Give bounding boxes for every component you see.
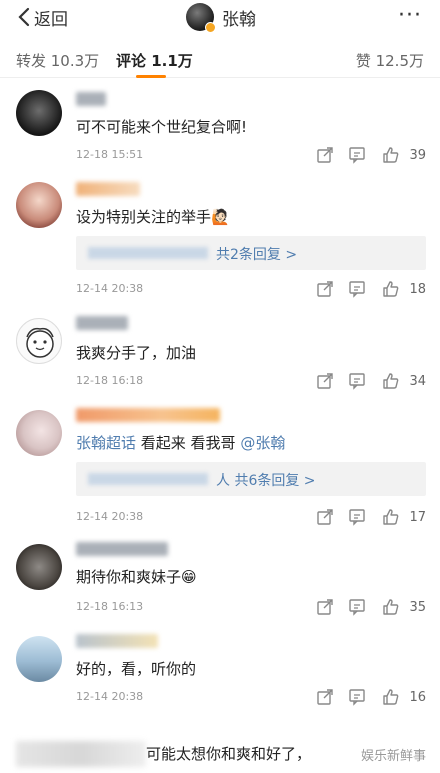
more-icon[interactable]: ··· (398, 5, 422, 27)
share-icon[interactable] (316, 688, 334, 706)
watermark: 娱乐新鲜事 (360, 749, 426, 764)
active-tab-indicator (136, 75, 166, 78)
comment-text: 可能太想你和爽和好了， (146, 745, 312, 763)
share-icon[interactable] (316, 146, 334, 164)
share-icon[interactable] (316, 598, 334, 616)
avatar[interactable] (16, 544, 62, 590)
reply-user-blurred (88, 473, 208, 485)
avatar[interactable] (16, 636, 62, 682)
blurred-content (16, 741, 146, 767)
mention-link[interactable]: @张翰 (240, 434, 285, 452)
like-count: 16 (409, 690, 426, 705)
avatar[interactable] (16, 318, 62, 364)
comment-text: 期待你和爽妹子😁 (76, 568, 197, 586)
username-blurred[interactable] (76, 408, 220, 422)
comment-text: 张翰超话 看起来 看我哥 @张翰 (76, 432, 285, 453)
share-icon[interactable] (316, 280, 334, 298)
cartoon-avatar-icon (26, 327, 54, 358)
share-icon[interactable] (316, 372, 334, 390)
share-icon[interactable] (316, 508, 334, 526)
comment-text: 可不可能来个世纪复合啊! (76, 118, 248, 136)
top-bar: 返回 张翰 ··· (0, 0, 440, 34)
like-count: 34 (409, 374, 426, 389)
like-icon[interactable] (382, 508, 400, 526)
comment-time: 12-14 20:38 (76, 690, 144, 703)
like-icon[interactable] (382, 372, 400, 390)
page-title: 张翰 (186, 2, 256, 33)
chevron-left-icon (18, 7, 30, 27)
like-icon[interactable] (382, 146, 400, 164)
like-icon[interactable] (382, 280, 400, 298)
avatar[interactable] (186, 3, 216, 33)
tab-reposts[interactable]: 转发 10.3万 (16, 50, 99, 71)
tab-comments[interactable]: 评论 1.1万 (116, 50, 193, 71)
like-count: 35 (409, 600, 426, 615)
comment-icon[interactable] (348, 508, 366, 526)
avatar[interactable] (16, 410, 62, 456)
like-count: 39 (409, 148, 426, 163)
comment-meta: 12-18 16:18 34 (76, 372, 426, 392)
title-text: 张翰 (222, 9, 256, 30)
reply-preview[interactable]: 共2条回复 > (76, 236, 426, 270)
like-icon[interactable] (382, 598, 400, 616)
comment-icon[interactable] (348, 372, 366, 390)
partial-comment: 可能太想你和爽和好了， 娱乐新鲜事 (0, 733, 440, 773)
username-blurred[interactable] (76, 542, 168, 556)
comment-text: 设为特别关注的举手🙋🏻 (76, 208, 230, 226)
comment-time: 12-18 16:18 (76, 374, 144, 387)
reply-count-link[interactable]: 人 共6条回复 > (216, 470, 316, 490)
comment-icon[interactable] (348, 598, 366, 616)
reply-user-blurred (88, 247, 208, 259)
comment-time: 12-14 20:38 (76, 510, 144, 523)
back-button[interactable]: 返回 (18, 4, 68, 30)
back-label: 返回 (34, 9, 68, 30)
avatar[interactable] (16, 90, 62, 136)
username-blurred[interactable] (76, 316, 128, 330)
comment-time: 12-14 20:38 (76, 282, 144, 295)
like-count: 18 (409, 282, 426, 297)
topic-link[interactable]: 张翰超话 (76, 434, 136, 452)
comment-meta: 12-14 20:38 16 (76, 688, 426, 708)
comment-icon[interactable] (348, 688, 366, 706)
tab-likes[interactable]: 赞 12.5万 (356, 50, 424, 71)
comment-icon[interactable] (348, 146, 366, 164)
comment-text: 好的，看，听你的 (76, 660, 197, 678)
username-blurred[interactable] (76, 92, 106, 106)
reply-count-link[interactable]: 共2条回复 > (216, 244, 297, 264)
tab-bar: 转发 10.3万 评论 1.1万 赞 12.5万 (0, 36, 440, 78)
verified-badge-icon (205, 22, 216, 33)
username-blurred[interactable] (76, 182, 140, 196)
like-count: 17 (409, 510, 426, 525)
comment-meta: 12-18 15:51 39 (76, 146, 426, 166)
comment-time: 12-18 16:13 (76, 600, 144, 613)
username-blurred[interactable] (76, 634, 158, 648)
reply-preview[interactable]: 人 共6条回复 > (76, 462, 426, 496)
comment-meta: 12-14 20:38 18 (76, 280, 426, 300)
comment-time: 12-18 15:51 (76, 148, 144, 161)
comment-meta: 12-14 20:38 17 (76, 508, 426, 528)
comment-text: 我爽分手了，加油 (76, 344, 197, 362)
comment-meta: 12-18 16:13 35 (76, 598, 426, 618)
comment-icon[interactable] (348, 280, 366, 298)
comment-text-mid: 看起来 看我哥 (136, 434, 241, 452)
like-icon[interactable] (382, 688, 400, 706)
avatar[interactable] (16, 182, 62, 228)
